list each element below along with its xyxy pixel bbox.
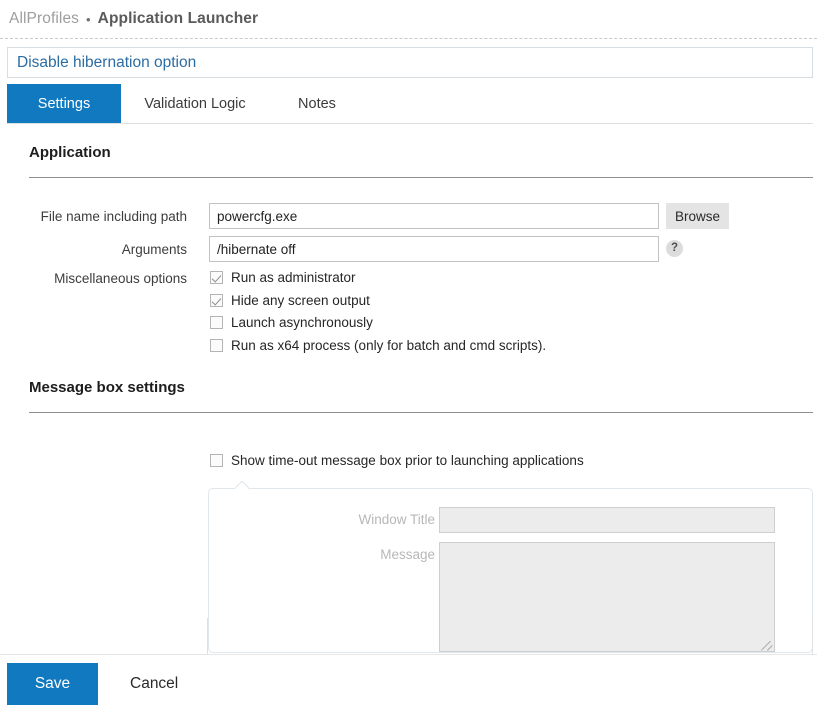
panel-edge-line bbox=[207, 618, 208, 654]
checkbox-label: Show time-out message box prior to launc… bbox=[231, 453, 584, 468]
callout-pointer-icon bbox=[235, 481, 250, 490]
file-name-label: File name including path bbox=[40, 209, 187, 224]
tab-notes[interactable]: Notes bbox=[269, 84, 365, 123]
checkbox-launch-asynchronously[interactable]: Launch asynchronously bbox=[210, 315, 373, 330]
checkbox-label: Hide any screen output bbox=[231, 293, 370, 308]
breadcrumb-separator-icon: • bbox=[86, 11, 91, 27]
section-heading-application: Application bbox=[29, 144, 111, 161]
question-mark-icon[interactable]: ? bbox=[666, 240, 683, 257]
checkbox-label: Run as administrator bbox=[231, 270, 356, 285]
checkbox-run-as-administrator[interactable]: Run as administrator bbox=[210, 270, 356, 285]
checkbox-box-icon[interactable] bbox=[210, 271, 223, 284]
arguments-input[interactable] bbox=[209, 236, 659, 262]
section-heading-message-box-settings: Message box settings bbox=[29, 379, 185, 396]
window-title-label: Window Title bbox=[358, 512, 435, 527]
checkbox-box-icon[interactable] bbox=[210, 339, 223, 352]
checkbox-hide-any-screen-output[interactable]: Hide any screen output bbox=[210, 293, 370, 308]
checkbox-run-as-x64-process[interactable]: Run as x64 process (only for batch and c… bbox=[210, 338, 546, 353]
section-divider-application bbox=[29, 177, 813, 178]
breadcrumb: AllProfiles • Application Launcher bbox=[0, 0, 817, 38]
tab-bar: Settings Validation Logic Notes bbox=[7, 84, 813, 124]
tab-settings[interactable]: Settings bbox=[7, 84, 121, 123]
breadcrumb-root[interactable]: AllProfiles bbox=[9, 10, 79, 28]
checkbox-box-icon[interactable] bbox=[210, 294, 223, 307]
checkbox-box-icon[interactable] bbox=[210, 316, 223, 329]
message-textarea[interactable] bbox=[439, 542, 775, 652]
page-title: Disable hibernation option bbox=[17, 53, 197, 71]
miscellaneous-options-label: Miscellaneous options bbox=[54, 271, 187, 286]
file-name-input[interactable] bbox=[209, 203, 659, 229]
breadcrumb-divider bbox=[0, 38, 817, 39]
footer-divider bbox=[0, 654, 817, 655]
breadcrumb-leaf: Application Launcher bbox=[97, 10, 259, 27]
cancel-button[interactable]: Cancel bbox=[118, 663, 210, 705]
window-title-input[interactable] bbox=[439, 507, 775, 533]
object-title-bar: Disable hibernation option bbox=[7, 47, 813, 78]
tab-validation-logic[interactable]: Validation Logic bbox=[121, 84, 269, 123]
checkbox-show-timeout-message-box[interactable]: Show time-out message box prior to launc… bbox=[210, 453, 584, 468]
message-label: Message bbox=[380, 547, 435, 562]
section-divider-message-box bbox=[29, 412, 813, 413]
page-edge-line bbox=[812, 618, 813, 654]
checkbox-label: Run as x64 process (only for batch and c… bbox=[231, 338, 547, 353]
arguments-label: Arguments bbox=[121, 242, 187, 257]
browse-button[interactable]: Browse bbox=[666, 203, 729, 229]
save-button[interactable]: Save bbox=[7, 663, 98, 705]
application-launcher-settings-page: AllProfiles • Application Launcher Disab… bbox=[0, 0, 817, 715]
checkbox-label: Launch asynchronously bbox=[231, 315, 373, 330]
checkbox-box-icon[interactable] bbox=[210, 454, 223, 467]
